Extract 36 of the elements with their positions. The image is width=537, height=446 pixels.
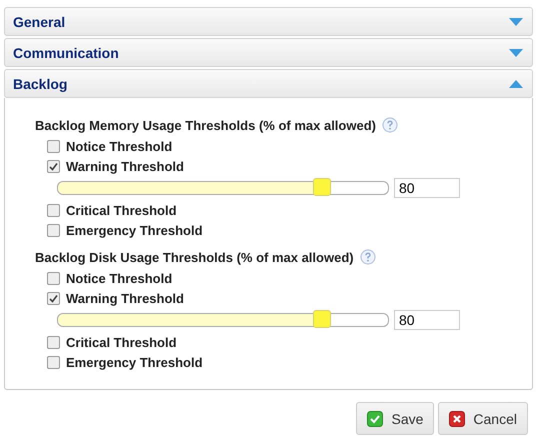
checkbox[interactable] (47, 140, 60, 152)
checkbox-label: Notice Threshold (66, 138, 172, 154)
checkbox-label: Critical Threshold (66, 202, 177, 218)
accordion-header[interactable]: Backlog (4, 69, 533, 98)
slider-handle[interactable] (313, 178, 331, 196)
checkbox[interactable] (47, 356, 60, 368)
checkbox[interactable] (47, 160, 60, 172)
checkbox[interactable] (47, 336, 60, 348)
checkbox-label: Warning Threshold (66, 290, 184, 306)
cancel-button[interactable]: Cancel (438, 402, 528, 435)
group-title: Backlog Disk Usage Thresholds (% of max allowed) (35, 250, 354, 264)
close-icon (449, 410, 466, 426)
checkbox-label: Notice Threshold (66, 270, 172, 286)
checkbox-label: Emergency Threshold (66, 222, 203, 238)
expand-arrow-icon (509, 17, 523, 26)
checkbox[interactable] (47, 292, 60, 304)
accordion-header[interactable]: Communication (4, 38, 533, 67)
slider-handle[interactable] (313, 310, 331, 328)
checkbox-label: Critical Threshold (66, 334, 177, 350)
checkbox[interactable] (47, 224, 60, 236)
collapse-arrow-icon (509, 79, 523, 88)
checkmark-icon (367, 410, 384, 426)
expand-arrow-icon (509, 48, 523, 57)
slider[interactable] (57, 181, 389, 195)
group-title: Backlog Memory Usage Thresholds (% of max allowed) (35, 118, 376, 132)
value-field[interactable]: 80 (394, 310, 460, 330)
slider[interactable] (57, 313, 389, 327)
help-icon[interactable] (382, 117, 398, 133)
help-icon[interactable] (360, 249, 376, 265)
checkbox-label: Warning Threshold (66, 158, 184, 174)
accordion-header[interactable]: General (4, 7, 533, 36)
checkbox[interactable] (47, 272, 60, 284)
checkbox-label: Emergency Threshold (66, 354, 203, 370)
value-field[interactable]: 80 (394, 178, 460, 198)
checkbox[interactable] (47, 204, 60, 216)
save-button[interactable]: Save (356, 402, 434, 435)
